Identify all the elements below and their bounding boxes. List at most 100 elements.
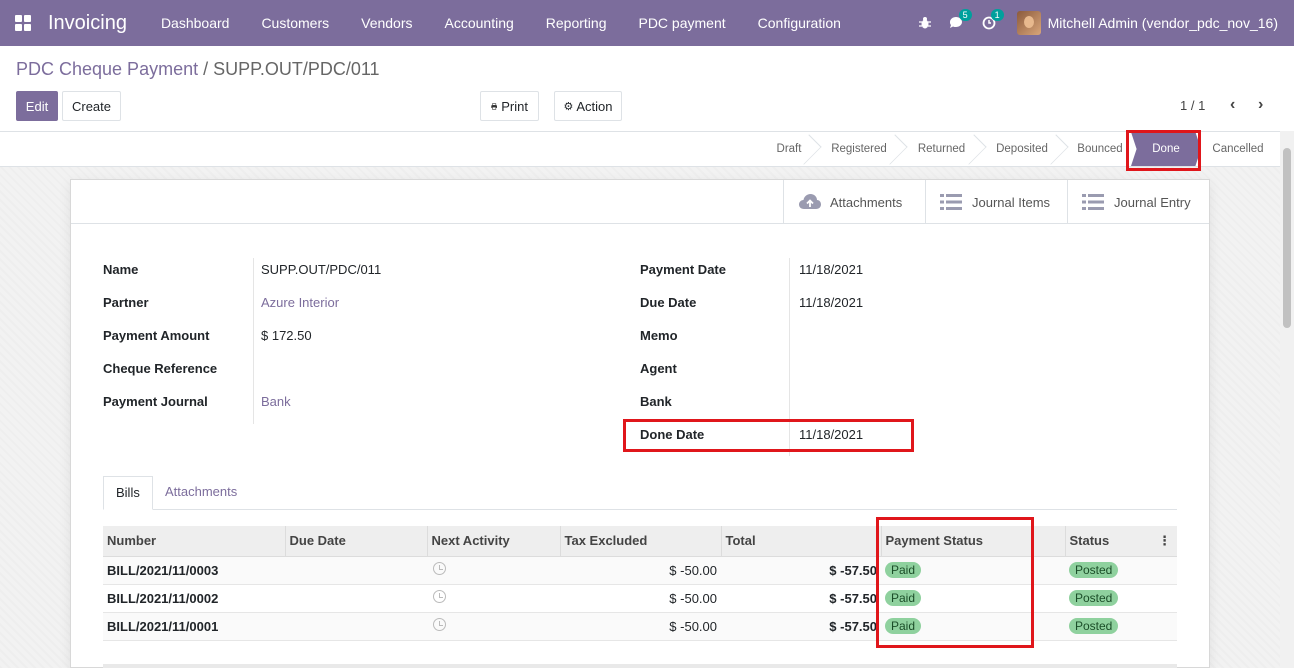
notebook-tabs: Bills Attachments: [103, 476, 1177, 510]
partner-value[interactable]: Azure Interior: [261, 295, 339, 310]
due-date-value: 11/18/2021: [799, 295, 864, 310]
activity-clock-icon[interactable]: [433, 562, 446, 575]
print-icon: [491, 102, 497, 110]
status-cell: Posted: [1065, 556, 1177, 585]
app-brand[interactable]: Invoicing: [48, 12, 127, 35]
activity-clock-icon[interactable]: [433, 618, 446, 631]
activity-clock-icon[interactable]: [433, 590, 446, 603]
list-icon: [940, 194, 962, 210]
navbar-systray: 5 1 Mitchell Admin (vendor_pdc_nov_16): [909, 0, 1294, 46]
apps-menu-icon[interactable]: [0, 0, 46, 46]
stage-bounced[interactable]: Bounced: [1066, 132, 1134, 166]
bank-label: Bank: [640, 394, 672, 409]
cheque-reference-label: Cheque Reference: [103, 361, 218, 376]
stage-cancelled[interactable]: Cancelled: [1203, 132, 1273, 166]
status-badge: Posted: [1069, 618, 1119, 634]
column-due-date[interactable]: Due Date: [284, 526, 427, 557]
payment-journal-value[interactable]: Bank: [261, 394, 291, 409]
create-button[interactable]: Create: [62, 91, 121, 121]
breadcrumb-parent[interactable]: PDC Cheque Payment: [16, 59, 198, 79]
vertical-scrollbar[interactable]: [1280, 131, 1294, 668]
bill-due-date: [285, 612, 427, 641]
stage-registered[interactable]: Registered: [819, 132, 899, 166]
action-button-label: Action: [576, 98, 613, 114]
menu-pdc-payment[interactable]: PDC payment: [622, 0, 741, 46]
bill-tax-excluded: $ -50.00: [560, 612, 721, 641]
bill-number: BILL/2021/11/0001: [103, 612, 285, 641]
menu-customers[interactable]: Customers: [245, 0, 345, 46]
highlight-done-date: [623, 419, 914, 452]
column-tax-excluded[interactable]: Tax Excluded: [559, 526, 721, 557]
activities-clock-icon[interactable]: 1: [973, 0, 1005, 46]
highlight-done-stage: [1126, 130, 1201, 171]
user-menu[interactable]: Mitchell Admin (vendor_pdc_nov_16): [1048, 15, 1278, 31]
top-navbar: Invoicing Dashboard Customers Vendors Ac…: [0, 0, 1294, 46]
field-separator: [253, 258, 254, 424]
gear-icon: ⚙: [563, 100, 574, 113]
bill-due-date: [285, 556, 427, 585]
status-cell: Posted: [1065, 612, 1177, 641]
next-activity-cell: [427, 556, 560, 585]
pager-next-icon[interactable]: ›: [1258, 96, 1263, 114]
journal-items-smart-label: Journal Items: [972, 194, 1051, 210]
stage-draft[interactable]: Draft: [765, 132, 813, 166]
attachments-smart-button[interactable]: Attachments: [783, 180, 925, 224]
messages-chat-icon[interactable]: 5: [941, 0, 973, 46]
menu-reporting[interactable]: Reporting: [530, 0, 623, 46]
bill-number: BILL/2021/11/0002: [103, 584, 285, 613]
column-next-activity[interactable]: Next Activity: [426, 526, 560, 557]
bill-total: $ -57.50: [721, 612, 881, 641]
stage-deposited[interactable]: Deposited: [984, 132, 1060, 166]
column-number[interactable]: Number: [103, 526, 285, 557]
breadcrumb: PDC Cheque Payment / SUPP.OUT/PDC/011: [16, 59, 380, 80]
name-value: SUPP.OUT/PDC/011: [261, 262, 382, 277]
tab-bills[interactable]: Bills: [103, 476, 153, 510]
column-status[interactable]: Status ⋮: [1064, 526, 1177, 557]
stage-returned[interactable]: Returned: [905, 132, 978, 166]
menu-accounting[interactable]: Accounting: [429, 0, 530, 46]
highlight-payment-status: [876, 517, 1034, 648]
action-button[interactable]: ⚙ Action: [554, 91, 622, 121]
agent-label: Agent: [640, 361, 677, 376]
journal-entry-smart-label: Journal Entry: [1114, 194, 1191, 210]
payment-date-value: 11/18/2021: [799, 262, 864, 277]
journal-items-smart-button[interactable]: Journal Items: [925, 180, 1067, 224]
status-bar: Draft Registered Returned Deposited Boun…: [0, 131, 1294, 167]
next-activity-cell: [427, 584, 560, 613]
memo-label: Memo: [640, 328, 678, 343]
bill-tax-excluded: $ -50.00: [560, 584, 721, 613]
menu-configuration[interactable]: Configuration: [742, 0, 857, 46]
payment-amount-label: Payment Amount: [103, 328, 210, 343]
user-avatar[interactable]: [1016, 11, 1041, 35]
breadcrumb-separator: /: [203, 59, 209, 79]
pager-previous-icon[interactable]: ‹: [1230, 96, 1235, 114]
scrollbar-thumb[interactable]: [1283, 148, 1291, 328]
due-date-label: Due Date: [640, 295, 697, 310]
bill-total: $ -57.50: [721, 556, 881, 585]
attachments-smart-label: Attachments: [830, 194, 903, 210]
next-activity-cell: [427, 612, 560, 641]
bill-due-date: [285, 584, 427, 613]
status-badge: Posted: [1069, 562, 1119, 578]
bill-total: $ -57.50: [721, 584, 881, 613]
main-menu: Dashboard Customers Vendors Accounting R…: [145, 0, 857, 46]
print-button[interactable]: Print: [480, 91, 539, 121]
payment-date-label: Payment Date: [640, 262, 726, 277]
list-icon: [1082, 194, 1104, 210]
menu-vendors[interactable]: Vendors: [345, 0, 428, 46]
journal-entry-smart-button[interactable]: Journal Entry: [1067, 180, 1209, 224]
status-cell: Posted: [1065, 584, 1177, 613]
payment-journal-label: Payment Journal: [103, 394, 208, 409]
bill-number: BILL/2021/11/0003: [103, 556, 285, 585]
status-badge: Posted: [1069, 590, 1119, 606]
activities-badge: 1: [990, 9, 1004, 21]
payment-amount-value: $ 172.50: [261, 328, 312, 343]
optional-columns-kebab-icon[interactable]: ⋮: [1158, 533, 1171, 549]
tab-attachments[interactable]: Attachments: [153, 476, 249, 510]
debug-bug-icon[interactable]: [909, 0, 941, 46]
column-total[interactable]: Total: [720, 526, 881, 557]
edit-button[interactable]: Edit: [16, 91, 58, 121]
menu-dashboard[interactable]: Dashboard: [145, 0, 246, 46]
partner-label: Partner: [103, 295, 149, 310]
pager-value[interactable]: 1 / 1: [1180, 98, 1205, 113]
